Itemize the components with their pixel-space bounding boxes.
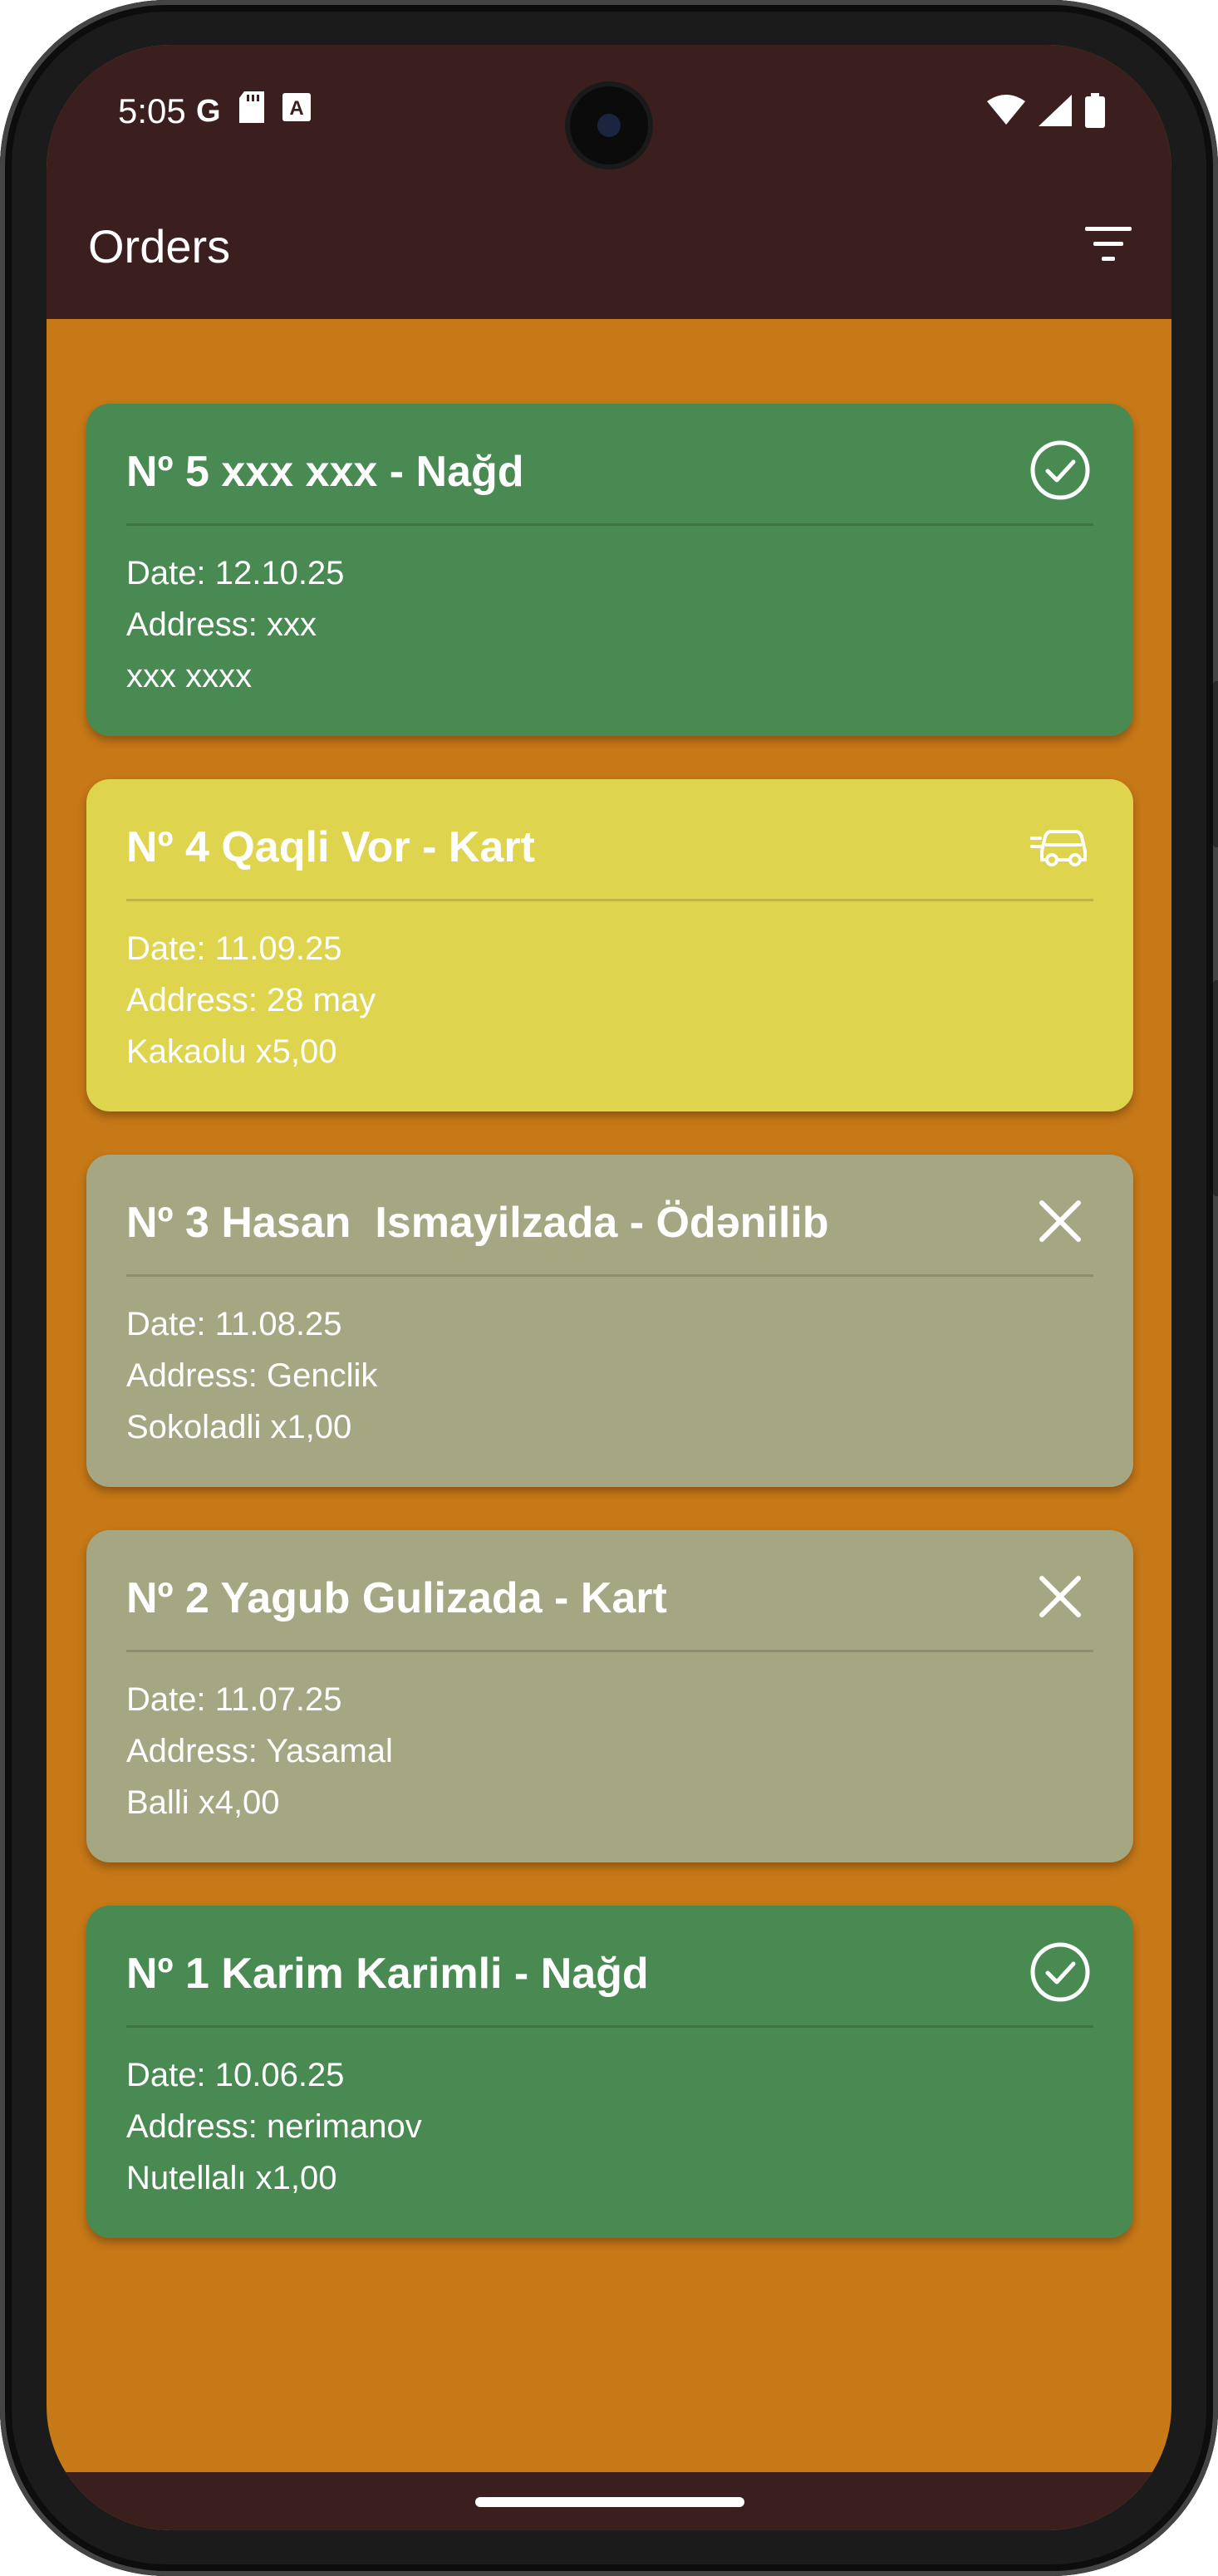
svg-text:A: A — [289, 97, 303, 120]
order-card[interactable]: Nº 2 Yagub Gulizada - Kart Date: 11.07.2… — [86, 1530, 1133, 1862]
order-items: Sokoladli x1,00 — [126, 1409, 352, 1445]
order-title: Nº 3 Hasan Ismayilzada - Ödənilib — [126, 1199, 829, 1247]
order-card-header: Nº 4 Qaqli Vor - Kart — [126, 819, 1093, 901]
front-camera — [570, 86, 648, 164]
close-icon — [1027, 1563, 1093, 1630]
order-date: Date: 11.08.25 — [126, 1306, 342, 1342]
order-title: Nº 1 Karim Karimli - Nağd — [126, 1950, 649, 1998]
sd-card-icon — [238, 91, 264, 131]
order-title: Nº 5 xxx xxx - Nağd — [126, 448, 524, 496]
filter-button[interactable] — [1075, 211, 1142, 277]
order-date: Date: 11.07.25 — [126, 1681, 342, 1718]
power-button — [1213, 681, 1218, 847]
navigation-bar — [47, 2472, 1171, 2530]
check-circle-icon — [1027, 437, 1093, 503]
order-details: Date: 10.06.25 Address: nerimanov Nutell… — [126, 2049, 1093, 2204]
order-address: Address: 28 may — [126, 982, 376, 1018]
order-address: Address: Yasamal — [126, 1733, 393, 1769]
order-details: Date: 11.09.25 Address: 28 may Kakaolu x… — [126, 923, 1093, 1077]
check-circle-icon — [1027, 1939, 1093, 2005]
close-icon — [1027, 1188, 1093, 1254]
order-card-header: Nº 1 Karim Karimli - Nağd — [126, 1942, 1093, 2028]
order-items: Nutellalı x1,00 — [126, 2160, 337, 2196]
phone-frame: 5:05 G A Orders Nº 5 xxx xxx - Nağd Date… — [0, 0, 1218, 2576]
font-icon: A — [282, 93, 311, 130]
order-title: Nº 2 Yagub Gulizada - Kart — [126, 1574, 667, 1622]
order-details: Date: 11.08.25 Address: Genclik Sokoladl… — [126, 1298, 1093, 1453]
wifi-icon — [987, 95, 1025, 130]
home-indicator[interactable] — [475, 2497, 744, 2507]
order-items: Kakaolu x5,00 — [126, 1033, 337, 1070]
screen: 5:05 G A Orders Nº 5 xxx xxx - Nağd Date… — [47, 45, 1171, 2530]
status-left-icons: G A — [196, 91, 311, 131]
order-date: Date: 10.06.25 — [126, 2057, 345, 2093]
order-card-header: Nº 5 xxx xxx - Nağd — [126, 440, 1093, 526]
status-time: 5:05 — [118, 91, 186, 130]
order-card-header: Nº 3 Hasan Ismayilzada - Ödənilib — [126, 1195, 1093, 1277]
delivery-car-icon — [1027, 812, 1093, 879]
order-card[interactable]: Nº 1 Karim Karimli - Nağd Date: 10.06.25… — [86, 1906, 1133, 2238]
order-details: Date: 11.07.25 Address: Yasamal Balli x4… — [126, 1674, 1093, 1828]
order-items: xxx xxxx — [126, 658, 253, 694]
order-items: Balli x4,00 — [126, 1784, 280, 1821]
order-date: Date: 12.10.25 — [126, 555, 345, 591]
order-address: Address: nerimanov — [126, 2108, 422, 2145]
order-title: Nº 4 Qaqli Vor - Kart — [126, 823, 535, 871]
order-card[interactable]: Nº 3 Hasan Ismayilzada - Ödənilib Date: … — [86, 1155, 1133, 1487]
google-icon: G — [196, 93, 221, 129]
order-address: Address: Genclik — [126, 1357, 378, 1394]
battery-icon — [1085, 93, 1105, 132]
app-bar: Orders — [47, 169, 1171, 319]
signal-icon — [1039, 95, 1072, 130]
order-card-header: Nº 2 Yagub Gulizada - Kart — [126, 1570, 1093, 1652]
order-address: Address: xxx — [126, 606, 317, 643]
order-card[interactable]: Nº 5 xxx xxx - Nağd Date: 12.10.25 Addre… — [86, 404, 1133, 736]
status-right-icons — [987, 93, 1105, 132]
order-date: Date: 11.09.25 — [126, 930, 342, 967]
page-title: Orders — [88, 220, 231, 272]
order-details: Date: 12.10.25 Address: xxx xxx xxxx — [126, 547, 1093, 702]
volume-button — [1213, 980, 1218, 1196]
order-card[interactable]: Nº 4 Qaqli Vor - Kart Date: 11.09.25 Add… — [86, 779, 1133, 1111]
filter-icon — [1085, 227, 1132, 261]
status-bar: 5:05 G A — [47, 45, 1171, 169]
